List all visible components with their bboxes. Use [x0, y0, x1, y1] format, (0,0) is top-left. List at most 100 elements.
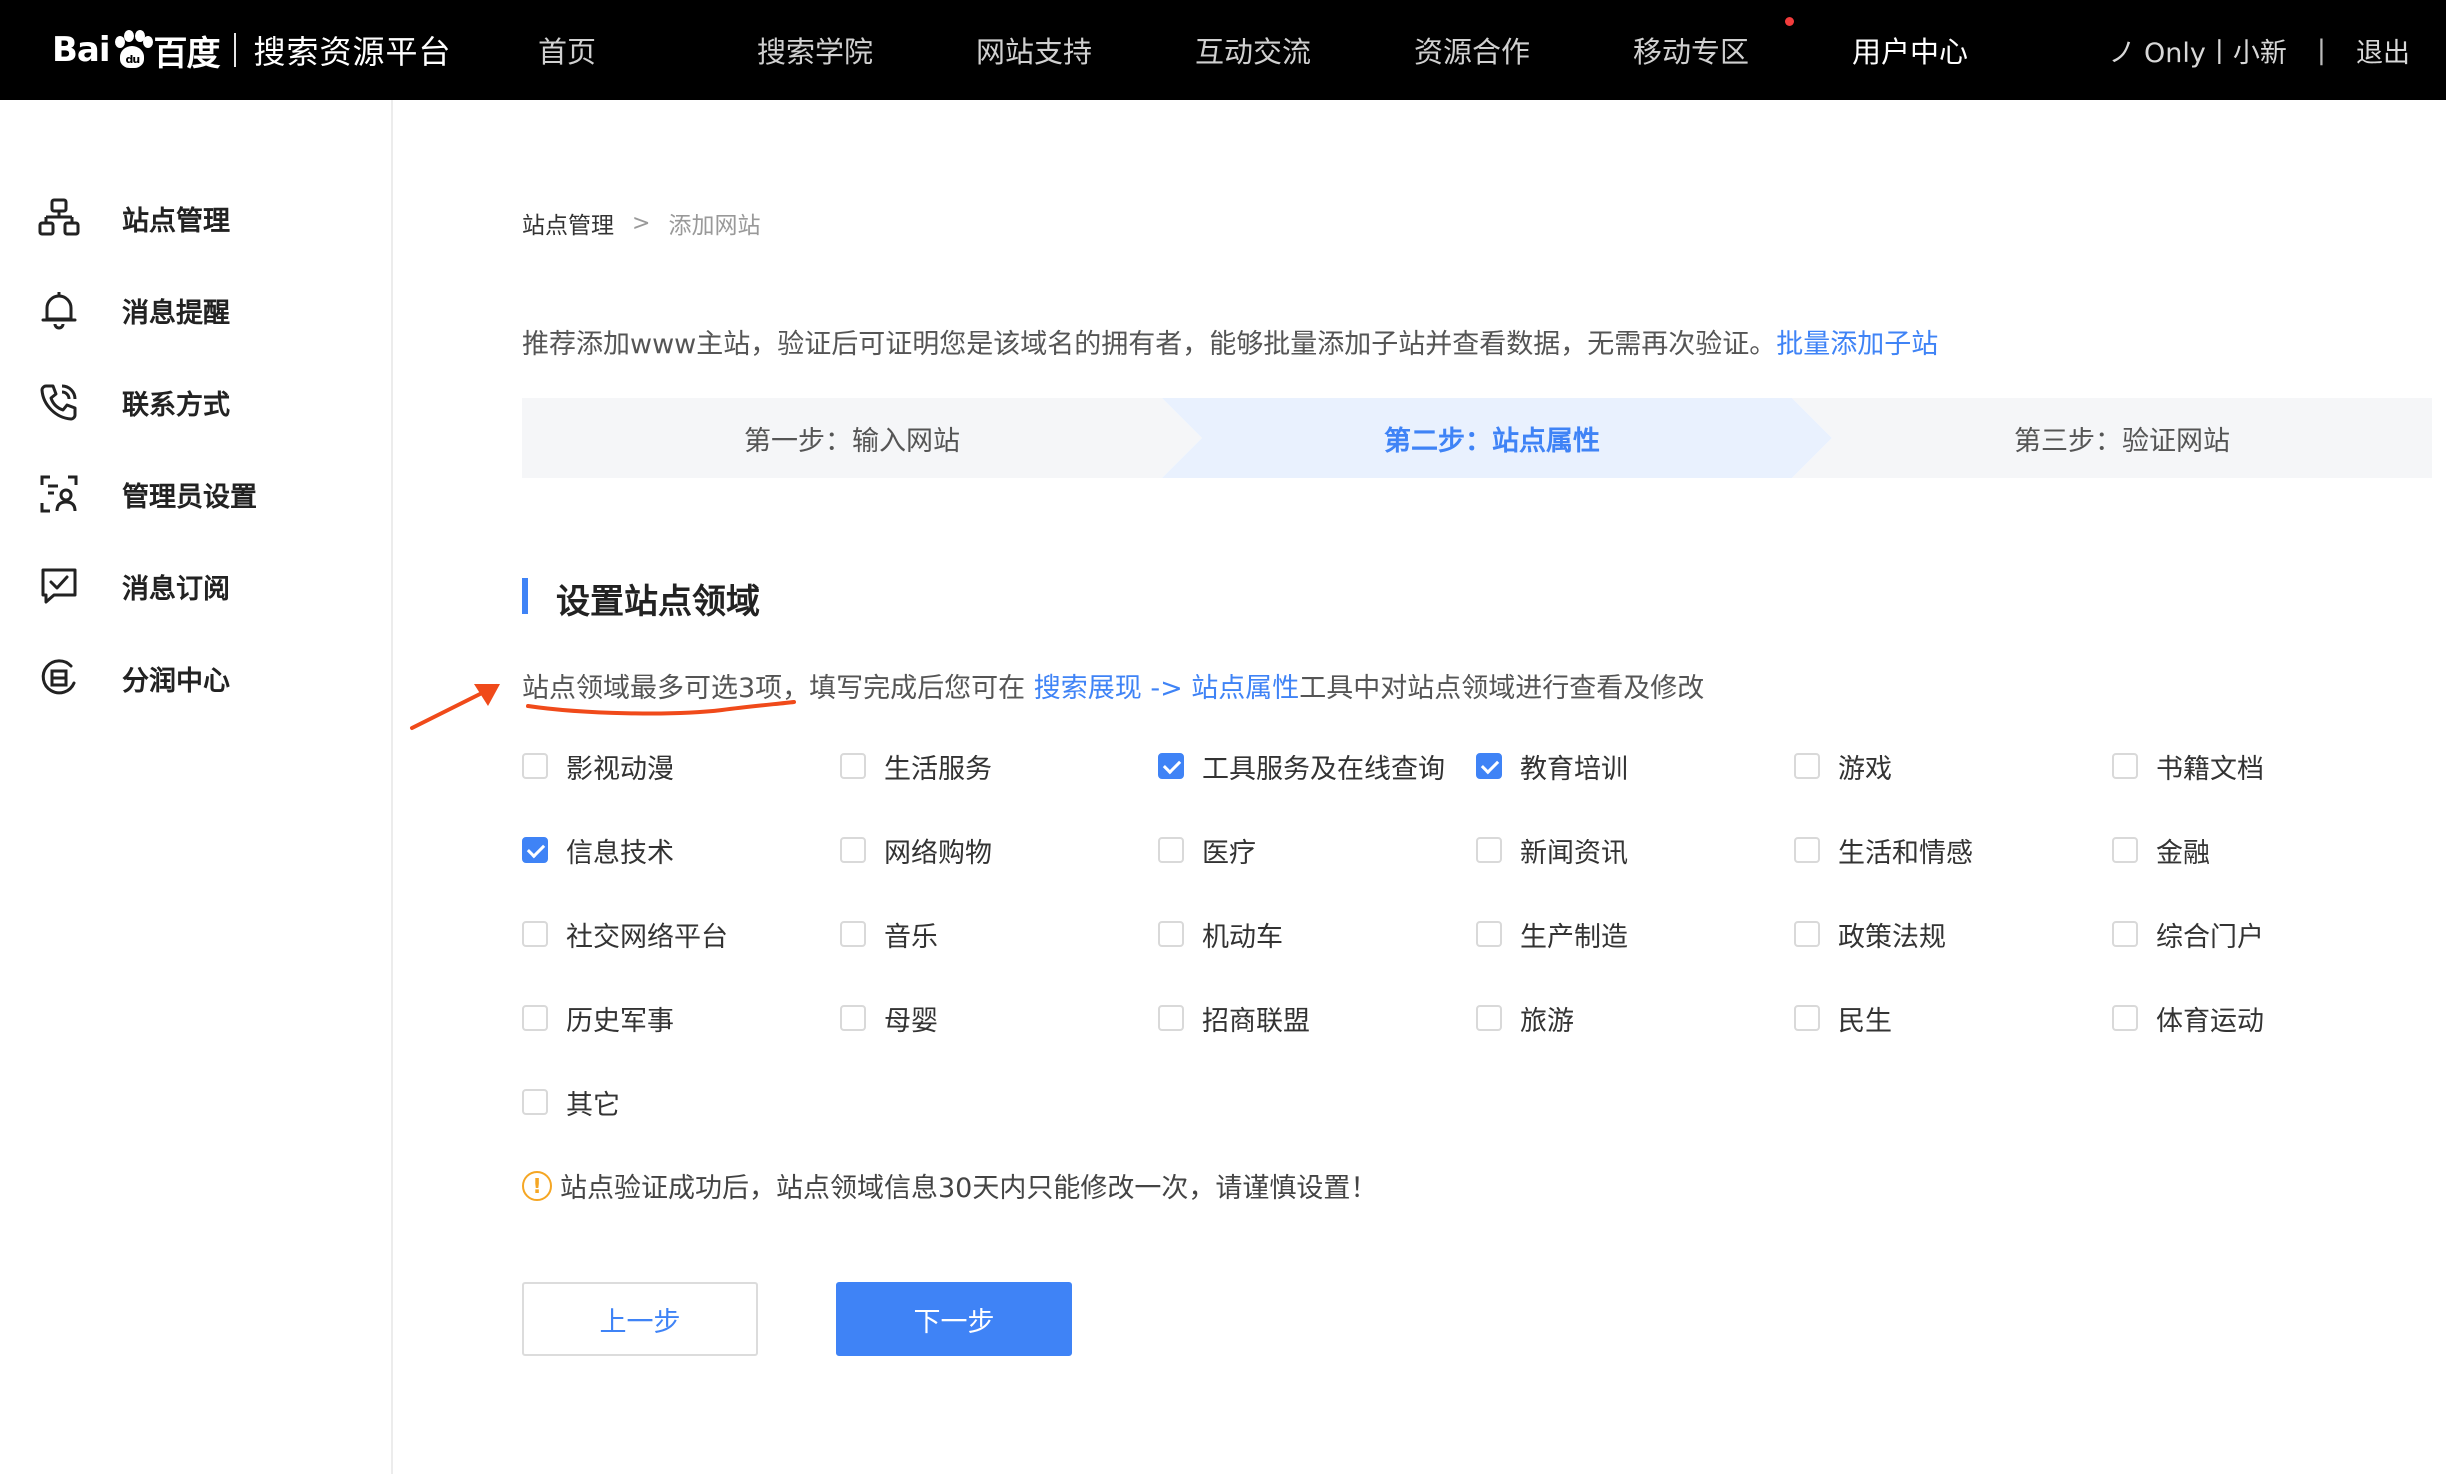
sidebar-item-profit-center[interactable]: 分润中心 — [38, 648, 230, 708]
checkbox[interactable] — [522, 921, 548, 947]
nav-user-center[interactable]: 用户中心 — [1852, 29, 2071, 71]
domain-option[interactable]: 新闻资讯 — [1476, 828, 1628, 872]
domain-option[interactable]: 民生 — [1794, 996, 1892, 1040]
sidebar-item-label: 消息订阅 — [122, 573, 230, 605]
phone-icon — [40, 384, 77, 421]
checkbox[interactable] — [1794, 1005, 1820, 1031]
nav-cooperation[interactable]: 资源合作 — [1414, 29, 1633, 71]
domain-option[interactable]: 历史军事 — [522, 996, 674, 1040]
domain-option[interactable]: 生活和情感 — [1794, 828, 1973, 872]
section-accent-bar — [522, 578, 528, 614]
domain-option[interactable]: 教育培训 — [1476, 744, 1628, 788]
domain-option[interactable]: 旅游 — [1476, 996, 1574, 1040]
domain-option[interactable]: 工具服务及在线查询 — [1158, 744, 1445, 788]
breadcrumb-parent[interactable]: 站点管理 — [522, 206, 614, 240]
checkbox[interactable] — [840, 837, 866, 863]
nav-mobile[interactable]: 移动专区 — [1633, 17, 1852, 71]
checkbox-label: 音乐 — [884, 921, 938, 953]
bell-icon — [41, 292, 77, 330]
domain-option[interactable]: 医疗 — [1158, 828, 1256, 872]
nav-site-support[interactable]: 网站支持 — [976, 29, 1195, 71]
domain-option[interactable]: 综合门户 — [2112, 912, 2264, 956]
subscribe-icon — [41, 568, 77, 604]
domain-option[interactable]: 音乐 — [840, 912, 938, 956]
checkbox-label: 信息技术 — [566, 837, 674, 869]
warning-icon: ! — [522, 1170, 552, 1201]
checkbox[interactable] — [522, 753, 548, 779]
checkbox-label: 招商联盟 — [1202, 1005, 1310, 1037]
section-title: 设置站点领域 — [556, 582, 760, 622]
checkbox-label: 旅游 — [1520, 1005, 1574, 1037]
checkbox-label: 新闻资讯 — [1520, 837, 1628, 869]
checkbox[interactable] — [2112, 1005, 2138, 1031]
sidebar-item-admin-settings[interactable]: 管理员设置 — [38, 464, 257, 524]
checkbox-label: 其它 — [566, 1089, 620, 1121]
checkbox[interactable] — [1476, 1005, 1502, 1031]
search-display-link[interactable]: 搜索展现 -> 站点属性 — [1034, 673, 1300, 704]
checkbox[interactable] — [1158, 753, 1184, 779]
checkbox[interactable] — [1158, 1005, 1184, 1031]
domain-option[interactable]: 信息技术 — [522, 828, 674, 872]
batch-add-subsites-link[interactable]: 批量添加子站 — [1776, 329, 1938, 360]
checkbox[interactable] — [1794, 753, 1820, 779]
checkbox[interactable] — [2112, 921, 2138, 947]
next-step-button[interactable]: 下一步 — [836, 1282, 1072, 1356]
domain-option[interactable]: 书籍文档 — [2112, 744, 2264, 788]
domain-option[interactable]: 生活服务 — [840, 744, 992, 788]
checkbox[interactable] — [1794, 837, 1820, 863]
domain-option[interactable]: 生产制造 — [1476, 912, 1628, 956]
domain-option[interactable]: 社交网络平台 — [522, 912, 728, 956]
checkbox[interactable] — [522, 837, 548, 863]
sidebar-item-contact[interactable]: 联系方式 — [38, 372, 230, 432]
checkbox[interactable] — [1794, 921, 1820, 947]
checkbox[interactable] — [840, 753, 866, 779]
nav-academy[interactable]: 搜索学院 — [757, 29, 976, 71]
sidebar-item-notifications[interactable]: 消息提醒 — [38, 280, 230, 340]
step-3: 第三步：验证网站 — [2014, 425, 2230, 457]
logout-link[interactable]: 退出 — [2356, 31, 2410, 70]
sitemap-icon — [38, 198, 80, 236]
checkbox-label: 政策法规 — [1838, 921, 1946, 953]
domain-option[interactable]: 招商联盟 — [1158, 996, 1310, 1040]
domain-option[interactable]: 体育运动 — [2112, 996, 2264, 1040]
checkbox-label: 游戏 — [1838, 753, 1892, 785]
checkbox-label: 体育运动 — [2156, 1005, 2264, 1037]
domain-option[interactable]: 金融 — [2112, 828, 2210, 872]
domain-option[interactable]: 母婴 — [840, 996, 938, 1040]
checkbox[interactable] — [2112, 837, 2138, 863]
checkbox[interactable] — [522, 1005, 548, 1031]
prev-step-button[interactable]: 上一步 — [522, 1282, 758, 1356]
user-separator: | — [2316, 34, 2326, 66]
checkbox[interactable] — [1476, 837, 1502, 863]
nav-interaction[interactable]: 互动交流 — [1195, 29, 1414, 71]
checkbox[interactable] — [1476, 921, 1502, 947]
domain-option[interactable]: 游戏 — [1794, 744, 1892, 788]
domain-option[interactable]: 影视动漫 — [522, 744, 674, 788]
sidebar-item-label: 分润中心 — [122, 665, 230, 697]
sidebar-item-subscription[interactable]: 消息订阅 — [38, 556, 230, 616]
checkbox-label: 民生 — [1838, 1005, 1892, 1037]
step-indicator: 第一步：输入网站 第二步：站点属性 第三步：验证网站 — [522, 398, 2432, 478]
domain-option[interactable]: 机动车 — [1158, 912, 1283, 956]
username[interactable]: ノ Only丨小新 — [2108, 31, 2286, 70]
checkbox-label: 生活服务 — [884, 753, 992, 785]
sidebar-item-label: 联系方式 — [122, 389, 230, 421]
sidebar: 站点管理 消息提醒 联系方式 管理员设置 消息订阅 分润中心 — [0, 100, 393, 1474]
checkbox[interactable] — [1158, 921, 1184, 947]
domain-option[interactable]: 政策法规 — [1794, 912, 1946, 956]
checkbox[interactable] — [840, 1005, 866, 1031]
checkbox[interactable] — [2112, 753, 2138, 779]
domain-option[interactable]: 网络购物 — [840, 828, 992, 872]
checkbox[interactable] — [1158, 837, 1184, 863]
hint-suffix: 工具中对站点领域进行查看及修改 — [1299, 673, 1705, 704]
checkbox[interactable] — [1476, 753, 1502, 779]
checkbox[interactable] — [840, 921, 866, 947]
baidu-logo[interactable]: Bai du 百度 搜索资源平台 — [52, 22, 452, 78]
checkbox-label: 生活和情感 — [1838, 837, 1973, 869]
domain-option[interactable]: 其它 — [522, 1080, 620, 1124]
checkbox-label: 金融 — [2156, 837, 2210, 869]
sidebar-item-site-management[interactable]: 站点管理 — [38, 188, 230, 248]
nav-home[interactable]: 首页 — [538, 29, 757, 71]
checkbox-label: 网络购物 — [884, 837, 992, 869]
checkbox[interactable] — [522, 1089, 548, 1115]
